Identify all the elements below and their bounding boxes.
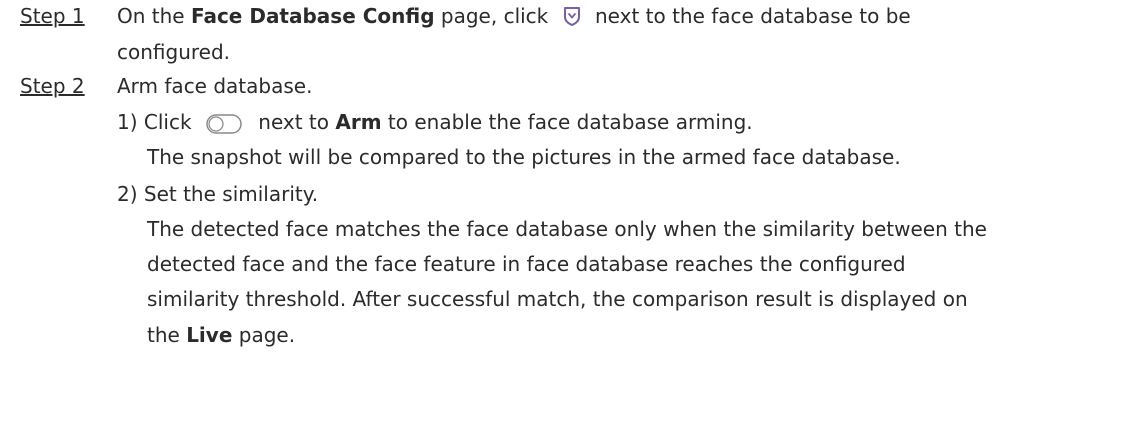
substep-2-para-line-2: detected face and the face feature in fa…: [147, 252, 906, 276]
shield-icon: [561, 5, 583, 34]
toggle-switch-icon: [206, 113, 242, 141]
substep-2-line: 2) Set the similarity.: [117, 182, 319, 206]
substep-2-para-line-1: The detected face matches the face datab…: [147, 217, 987, 241]
substep-1-note: The snapshot will be compared to the pic…: [147, 145, 901, 169]
step-1-line-2: configured.: [117, 40, 231, 64]
face-database-config-label: Face Database Config: [190, 4, 435, 28]
substep-1-number: 1): [117, 110, 138, 134]
substep-1-line: 1) Click next to Arm to enable the face …: [117, 108, 753, 141]
step-2-title: Arm face database.: [117, 74, 313, 98]
substep-2-para-line-4: the Live page.: [147, 323, 296, 347]
live-label: Live: [186, 323, 233, 347]
step-1-label: Step 1: [20, 4, 85, 28]
step-1-line-1: On the Face Database Config page, click …: [117, 2, 911, 34]
substep-2-para-line-3: similarity threshold. After successful m…: [147, 287, 968, 311]
step-2-label: Step 2: [20, 74, 85, 98]
arm-label: Arm: [335, 110, 382, 134]
substep-2-number: 2): [117, 182, 138, 206]
